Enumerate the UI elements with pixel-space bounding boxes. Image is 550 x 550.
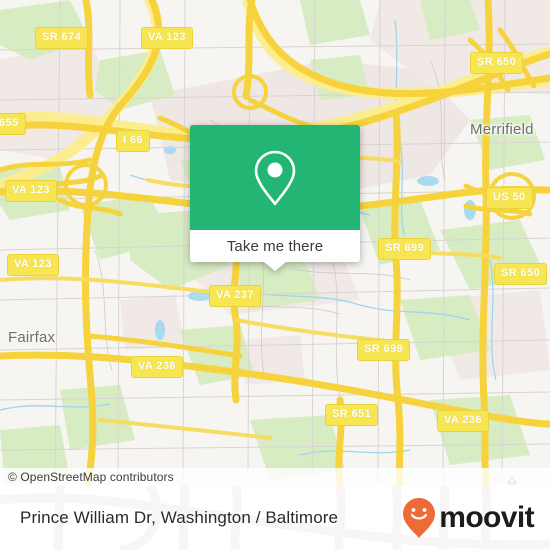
location-title-text: Prince William Dr, Washington / Baltimor… <box>20 508 339 527</box>
popup-pointer <box>264 262 286 271</box>
page-title: Prince William Dr, Washington / Baltimor… <box>20 486 338 550</box>
road-shield: VA 236 <box>437 410 489 432</box>
road-shield: VA 123 <box>141 27 193 49</box>
moovit-brand[interactable]: moovit <box>402 486 535 550</box>
road-shield: SR 650 <box>470 52 524 74</box>
location-pin-icon <box>254 150 296 205</box>
road-shield: VA 123 <box>5 180 57 202</box>
map-attribution-bar: © OpenStreetMap contributors <box>0 468 550 486</box>
road-shield: VA 237 <box>209 285 261 307</box>
moovit-smiley-pin-icon <box>403 498 436 538</box>
place-label: Fairfax <box>8 329 56 346</box>
screen: .park{fill:#d7ecc3;} .urban{fill:#eee7e3… <box>0 0 550 550</box>
road-shield: US 50 <box>486 187 533 209</box>
moovit-wordmark: moovit <box>439 501 534 534</box>
destination-popup-card[interactable]: Take me there <box>190 125 360 271</box>
take-me-there-label: Take me there <box>226 237 324 255</box>
footer-bar: Prince William Dr, Washington / Baltimor… <box>0 486 550 550</box>
road-shield: SR 699 <box>378 238 432 260</box>
road-shield: SR 674 <box>35 27 89 49</box>
road-shield: VA 123 <box>7 254 59 276</box>
road-shield: SR 651 <box>325 404 379 426</box>
popup-pin-area <box>190 125 360 230</box>
road-shield: I 66 <box>116 130 150 152</box>
road-shield: SR 650 <box>494 263 548 285</box>
take-me-there-button[interactable]: Take me there <box>190 230 360 262</box>
road-shield: 655 <box>0 113 26 135</box>
place-label: Merrifield <box>470 121 534 138</box>
map-canvas[interactable]: .park{fill:#d7ecc3;} .urban{fill:#eee7e3… <box>0 0 550 486</box>
road-shield: VA 236 <box>131 356 183 378</box>
attribution-text[interactable]: © OpenStreetMap contributors <box>0 470 174 484</box>
road-shield: SR 699 <box>357 339 411 361</box>
